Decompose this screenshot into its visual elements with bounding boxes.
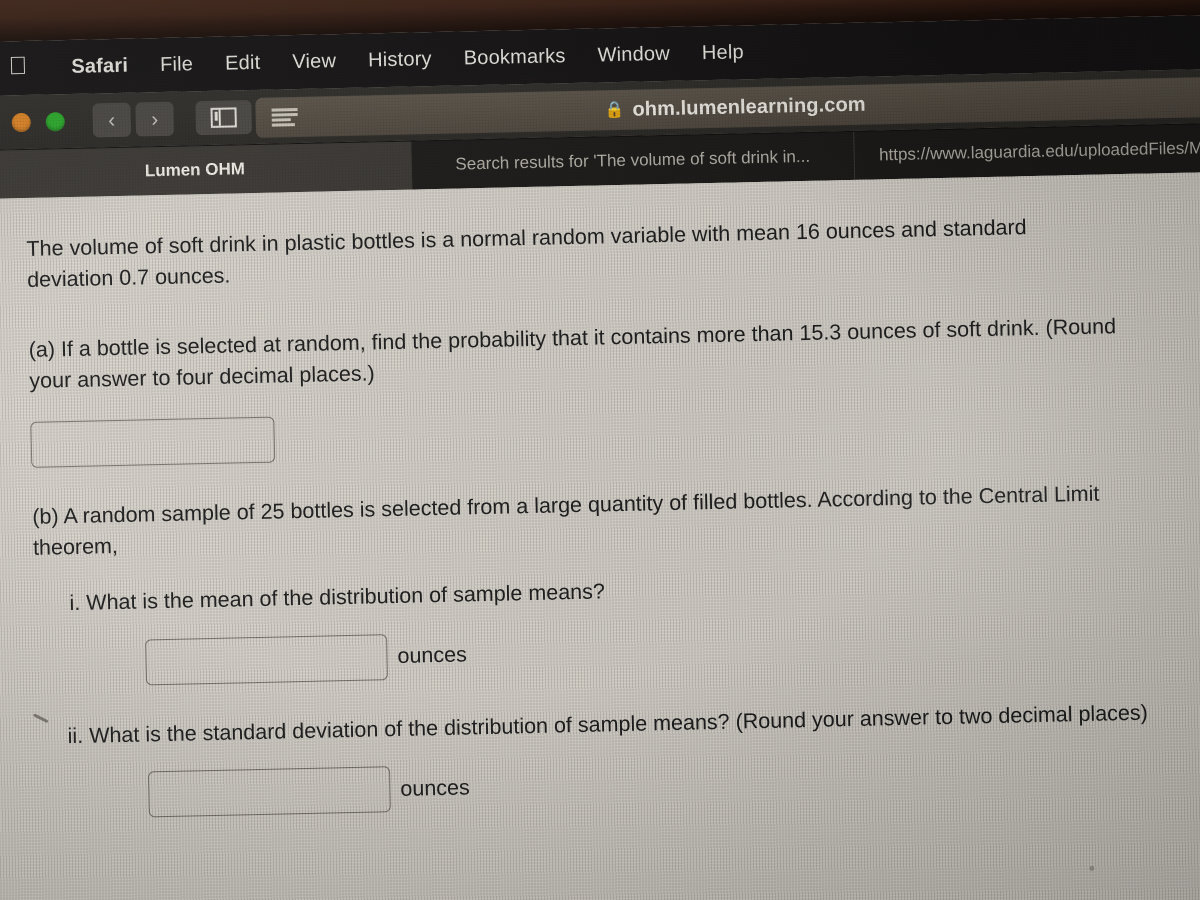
laptop-screen-photo:  Safari File Edit View History Bookmark… bbox=[0, 0, 1200, 900]
lock-icon: 🔒 bbox=[604, 101, 625, 120]
answer-row-ii: ounces bbox=[147, 749, 1197, 818]
problem-statement: The volume of soft drink in plastic bott… bbox=[26, 215, 1027, 292]
answer-input-ii[interactable] bbox=[147, 766, 391, 818]
answer-input-a[interactable] bbox=[30, 416, 276, 468]
sidebar-toggle-button[interactable] bbox=[195, 100, 253, 136]
question-part-b: (b) A random sample of 25 bottles is sel… bbox=[32, 481, 1100, 560]
apple-icon[interactable]:  bbox=[8, 51, 27, 79]
window-controls bbox=[0, 111, 65, 133]
menu-item-view[interactable]: View bbox=[276, 49, 352, 74]
minimize-window-button[interactable] bbox=[11, 112, 31, 132]
menu-item-window[interactable]: Window bbox=[581, 42, 686, 67]
sub-question-ii-marker: ii. bbox=[67, 723, 84, 748]
forward-button[interactable]: › bbox=[135, 101, 175, 137]
sidebar-toggle-icon bbox=[210, 107, 237, 128]
back-button[interactable]: ‹ bbox=[92, 102, 132, 138]
page-content: The volume of soft drink in plastic bott… bbox=[0, 171, 1200, 900]
menu-item-safari[interactable]: Safari bbox=[55, 54, 144, 79]
sub-question-ii-text: What is the standard deviation of the di… bbox=[88, 700, 1148, 748]
sub-question-i: i. What is the mean of the distribution o… bbox=[69, 564, 1192, 619]
screen-area:  Safari File Edit View History Bookmark… bbox=[0, 14, 1200, 900]
sub-question-i-marker: i. bbox=[69, 590, 81, 616]
answer-input-i[interactable] bbox=[145, 633, 389, 686]
question-part-a: (a) If a bottle is selected at random, f… bbox=[28, 314, 1117, 393]
menu-item-help[interactable]: Help bbox=[686, 40, 760, 65]
tab-laguardia-pdf[interactable]: https://www.laguardia.edu/uploadedFiles/… bbox=[854, 123, 1200, 180]
address-bar-url: ohm.lumenlearning.com bbox=[632, 93, 866, 121]
maximize-window-button[interactable] bbox=[45, 111, 65, 131]
answer-unit-ii: ounces bbox=[400, 775, 470, 801]
reader-view-icon[interactable] bbox=[271, 108, 298, 127]
menu-item-file[interactable]: File bbox=[144, 52, 210, 76]
answer-row-i: ounces bbox=[145, 616, 1194, 686]
answer-row-a bbox=[30, 397, 1189, 468]
menu-item-history[interactable]: History bbox=[352, 47, 448, 72]
screen-dust-speck bbox=[1089, 865, 1095, 871]
answer-unit-i: ounces bbox=[397, 642, 468, 669]
menu-item-bookmarks[interactable]: Bookmarks bbox=[448, 44, 582, 70]
menu-item-edit[interactable]: Edit bbox=[209, 51, 277, 75]
navigation-buttons: ‹ › bbox=[92, 101, 175, 138]
sub-question-ii: ii. What is the standard deviation of the… bbox=[67, 696, 1195, 751]
sub-question-i-text: What is the mean of the distribution of … bbox=[85, 579, 606, 615]
address-bar-content: 🔒 ohm.lumenlearning.com bbox=[297, 85, 1200, 128]
sub-question-list: i. What is the mean of the distribution o… bbox=[34, 564, 1197, 820]
